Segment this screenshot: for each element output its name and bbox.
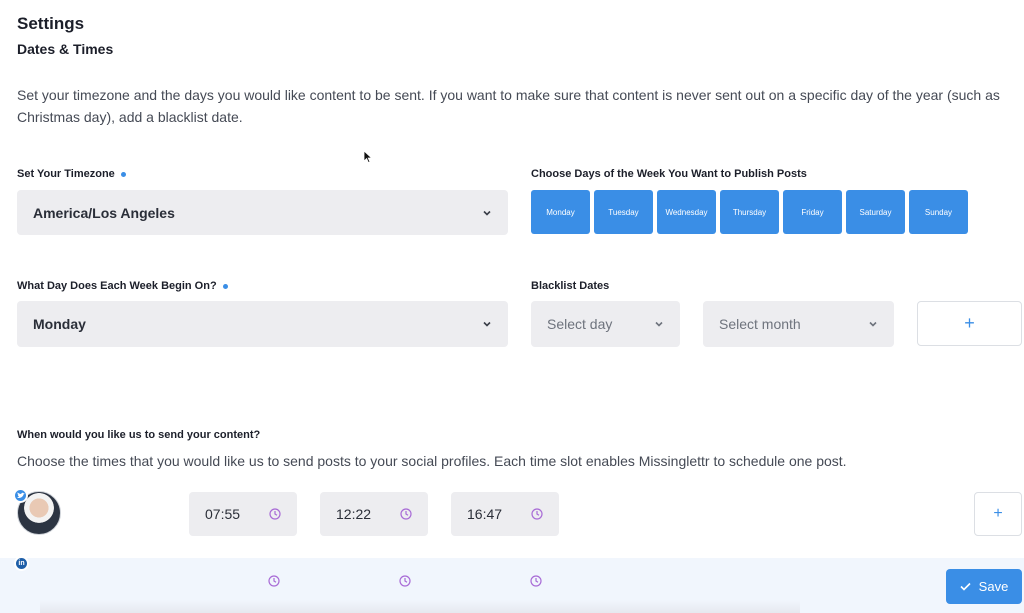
- time-slot-3[interactable]: 16:47: [451, 492, 559, 536]
- clock-icon: [269, 508, 281, 520]
- time-slot-value: 12:22: [336, 506, 372, 522]
- timezone-label-text: Set Your Timezone: [17, 168, 115, 180]
- twitter-bird-icon: [16, 492, 25, 498]
- time-slot-value: 16:47: [467, 506, 503, 522]
- week-start-select[interactable]: Monday: [17, 301, 508, 347]
- clock-icon: [531, 508, 543, 520]
- publish-days-group: Monday Tuesday Wednesday Thursday Friday…: [531, 190, 968, 234]
- required-dot: [222, 283, 228, 289]
- chevron-down-icon: [655, 321, 663, 327]
- timezone-label: Set Your Timezone: [17, 168, 126, 180]
- schedule-description: Choose the times that you would like us …: [17, 453, 847, 469]
- day-button-saturday[interactable]: Saturday: [846, 190, 905, 234]
- add-time-slot-button[interactable]: +: [974, 492, 1022, 536]
- linkedin-icon: in: [14, 556, 29, 571]
- time-slot-value: 07:55: [205, 506, 241, 522]
- chevron-down-icon: [869, 321, 877, 327]
- page-title: Settings: [17, 14, 85, 33]
- chevron-down-icon: [483, 210, 491, 216]
- day-button-tuesday[interactable]: Tuesday: [594, 190, 653, 234]
- week-start-value: Monday: [33, 316, 86, 332]
- schedule-title: When would you like us to send your cont…: [17, 429, 261, 441]
- publish-days-label: Choose Days of the Week You Want to Publ…: [531, 168, 807, 180]
- clock-icon[interactable]: [268, 575, 280, 587]
- section-title: Dates & Times: [17, 41, 114, 57]
- day-button-sunday[interactable]: Sunday: [909, 190, 968, 234]
- required-dot: [120, 171, 126, 177]
- blacklist-day-select[interactable]: Select day: [531, 301, 680, 347]
- row-shadow: [40, 600, 800, 613]
- settings-description: Set your timezone and the days you would…: [17, 87, 1000, 125]
- week-start-label-text: What Day Does Each Week Begin On?: [17, 280, 217, 292]
- timezone-select[interactable]: America/Los Angeles: [17, 190, 508, 235]
- blacklist-month-select[interactable]: Select month: [703, 301, 894, 347]
- day-button-friday[interactable]: Friday: [783, 190, 842, 234]
- clock-icon: [400, 508, 412, 520]
- twitter-profile[interactable]: [13, 488, 63, 537]
- blacklist-month-placeholder: Select month: [719, 316, 801, 332]
- clock-icon[interactable]: [399, 575, 411, 587]
- blacklist-day-placeholder: Select day: [547, 316, 613, 332]
- chevron-down-icon: [483, 321, 491, 327]
- clock-icon[interactable]: [530, 575, 542, 587]
- blacklist-label: Blacklist Dates: [531, 280, 610, 292]
- time-slot-2[interactable]: 12:22: [320, 492, 428, 536]
- mouse-cursor-icon: [363, 150, 373, 164]
- day-button-monday[interactable]: Monday: [531, 190, 590, 234]
- day-button-wednesday[interactable]: Wednesday: [657, 190, 716, 234]
- add-blacklist-date-button[interactable]: +: [917, 301, 1022, 346]
- day-button-thursday[interactable]: Thursday: [720, 190, 779, 234]
- save-button[interactable]: Save: [946, 569, 1022, 604]
- timezone-value: America/Los Angeles: [33, 204, 175, 221]
- time-slot-1[interactable]: 07:55: [189, 492, 297, 536]
- save-label: Save: [978, 579, 1009, 594]
- twitter-icon: [13, 488, 28, 503]
- week-start-label: What Day Does Each Week Begin On?: [17, 280, 228, 292]
- check-icon: [960, 582, 971, 591]
